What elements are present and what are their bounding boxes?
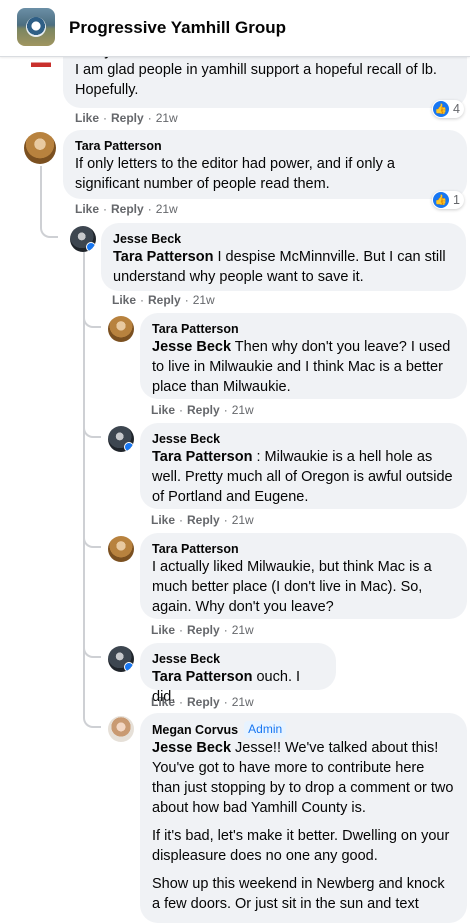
comment-author[interactable]: Tara Patterson: [152, 541, 455, 557]
comment-actions: Like · Reply · 21w: [75, 202, 178, 216]
mention-tag[interactable]: Tara Patterson: [113, 249, 213, 265]
thread-connector: [83, 640, 101, 658]
thread-connector: [83, 530, 101, 548]
comment-text: If only letters to the editor had power,…: [75, 156, 395, 192]
comment-timestamp[interactable]: 21w: [232, 403, 254, 417]
comment-author[interactable]: Tara Patterson: [75, 138, 455, 154]
comment-author[interactable]: Jesse Beck: [152, 431, 455, 447]
reaction-count[interactable]: 👍 1: [432, 191, 464, 209]
comment-actions: Like · Reply · 21w: [151, 513, 254, 527]
group-title[interactable]: Progressive Yamhill Group: [69, 18, 286, 38]
mention-tag[interactable]: Jesse Beck: [152, 339, 231, 355]
reply-button[interactable]: Reply: [187, 403, 220, 417]
comment-paragraph: Show up this weekend in Newberg and knoc…: [152, 876, 445, 912]
comment-actions: Like · Reply · 21w: [151, 695, 254, 709]
group-logo: [26, 17, 46, 37]
online-icon: [124, 662, 134, 672]
thread-connector: [83, 420, 101, 438]
comment-actions: Like · Reply · 21w: [151, 623, 254, 637]
comment-timestamp[interactable]: 21w: [156, 202, 178, 216]
comment-bubble: Tara Patterson If only letters to the ed…: [63, 130, 467, 199]
reply-button[interactable]: Reply: [187, 513, 220, 527]
comment-bubble: Tara Patterson I actually liked Milwauki…: [140, 533, 467, 619]
like-button[interactable]: Like: [151, 513, 175, 527]
online-icon: [124, 442, 134, 452]
reply-button[interactable]: Reply: [111, 202, 144, 216]
comment-timestamp[interactable]: 21w: [232, 513, 254, 527]
thumbs-up-icon: 👍: [433, 192, 449, 208]
comment-author[interactable]: Jesse Beck: [152, 651, 324, 667]
comment-thread: Jenny Wilson I am glad people in yamhill…: [0, 0, 470, 923]
reply-button[interactable]: Reply: [111, 111, 144, 125]
like-button[interactable]: Like: [75, 202, 99, 216]
thread-connector: [40, 210, 58, 238]
comment-text: Jesse Beck Jesse!! We've talked about th…: [152, 740, 454, 816]
avatar[interactable]: [24, 132, 56, 164]
comment-author[interactable]: Tara Patterson: [152, 321, 455, 337]
group-header: Progressive Yamhill Group: [0, 0, 470, 57]
avatar[interactable]: [108, 316, 134, 342]
comment-bubble: Megan Corvus Admin Jesse Beck Jesse!! We…: [140, 713, 467, 923]
comment-timestamp[interactable]: 21w: [193, 293, 215, 307]
comment-actions: Like · Reply · 21w: [151, 403, 254, 417]
comment-bubble: Jesse Beck Tara Patterson ouch. I did.: [140, 643, 336, 705]
avatar[interactable]: [108, 426, 134, 452]
like-button[interactable]: Like: [112, 293, 136, 307]
avatar[interactable]: [108, 646, 134, 672]
comment-text: Jesse Beck Then why don't you leave? I u…: [152, 339, 451, 395]
comment-bubble: Tara Patterson Jesse Beck Then why don't…: [140, 313, 467, 399]
reply-button[interactable]: Reply: [148, 293, 181, 307]
comment-actions: Like · Reply · 21w: [112, 293, 215, 307]
comment-text: I actually liked Milwaukie, but think Ma…: [152, 559, 432, 615]
like-button[interactable]: Like: [151, 403, 175, 417]
like-button[interactable]: Like: [75, 111, 99, 125]
online-icon: [86, 242, 96, 252]
comment-timestamp[interactable]: 21w: [232, 695, 254, 709]
comment-text: I am glad people in yamhill support a ho…: [75, 62, 437, 98]
group-avatar-icon[interactable]: [17, 8, 55, 46]
avatar[interactable]: [31, 56, 51, 72]
like-button[interactable]: Like: [151, 695, 175, 709]
thread-connector: [83, 310, 101, 328]
mention-tag[interactable]: Jesse Beck: [152, 740, 231, 756]
comment-bubble: Jesse Beck Tara Patterson I despise McMi…: [101, 223, 466, 291]
comment-author-row: Megan Corvus Admin: [152, 721, 455, 738]
thumbs-up-icon: 👍: [433, 101, 449, 117]
comment-text: Tara Patterson I despise McMinnville. Bu…: [113, 249, 446, 285]
reaction-count[interactable]: 👍 4: [432, 100, 464, 118]
comment-timestamp[interactable]: 21w: [232, 623, 254, 637]
comment-author[interactable]: Jesse Beck: [113, 231, 454, 247]
comment-actions: Like · Reply · 21w: [75, 111, 178, 125]
comment-paragraph: If it's bad, let's make it better. Dwell…: [152, 828, 450, 864]
reply-button[interactable]: Reply: [187, 695, 220, 709]
like-button[interactable]: Like: [151, 623, 175, 637]
admin-badge: Admin: [244, 721, 287, 738]
avatar[interactable]: [108, 536, 134, 562]
comment-author[interactable]: Megan Corvus: [152, 722, 238, 738]
comment-timestamp[interactable]: 21w: [156, 111, 178, 125]
thread-connector: [83, 710, 101, 728]
comment-bubble: Jesse Beck Tara Patterson : Milwaukie is…: [140, 423, 467, 509]
avatar[interactable]: [70, 226, 96, 252]
comment-text: Tara Patterson : Milwaukie is a hell hol…: [152, 449, 453, 505]
avatar[interactable]: [108, 716, 134, 742]
mention-tag[interactable]: Tara Patterson: [152, 669, 252, 685]
reply-button[interactable]: Reply: [187, 623, 220, 637]
mention-tag[interactable]: Tara Patterson: [152, 449, 252, 465]
